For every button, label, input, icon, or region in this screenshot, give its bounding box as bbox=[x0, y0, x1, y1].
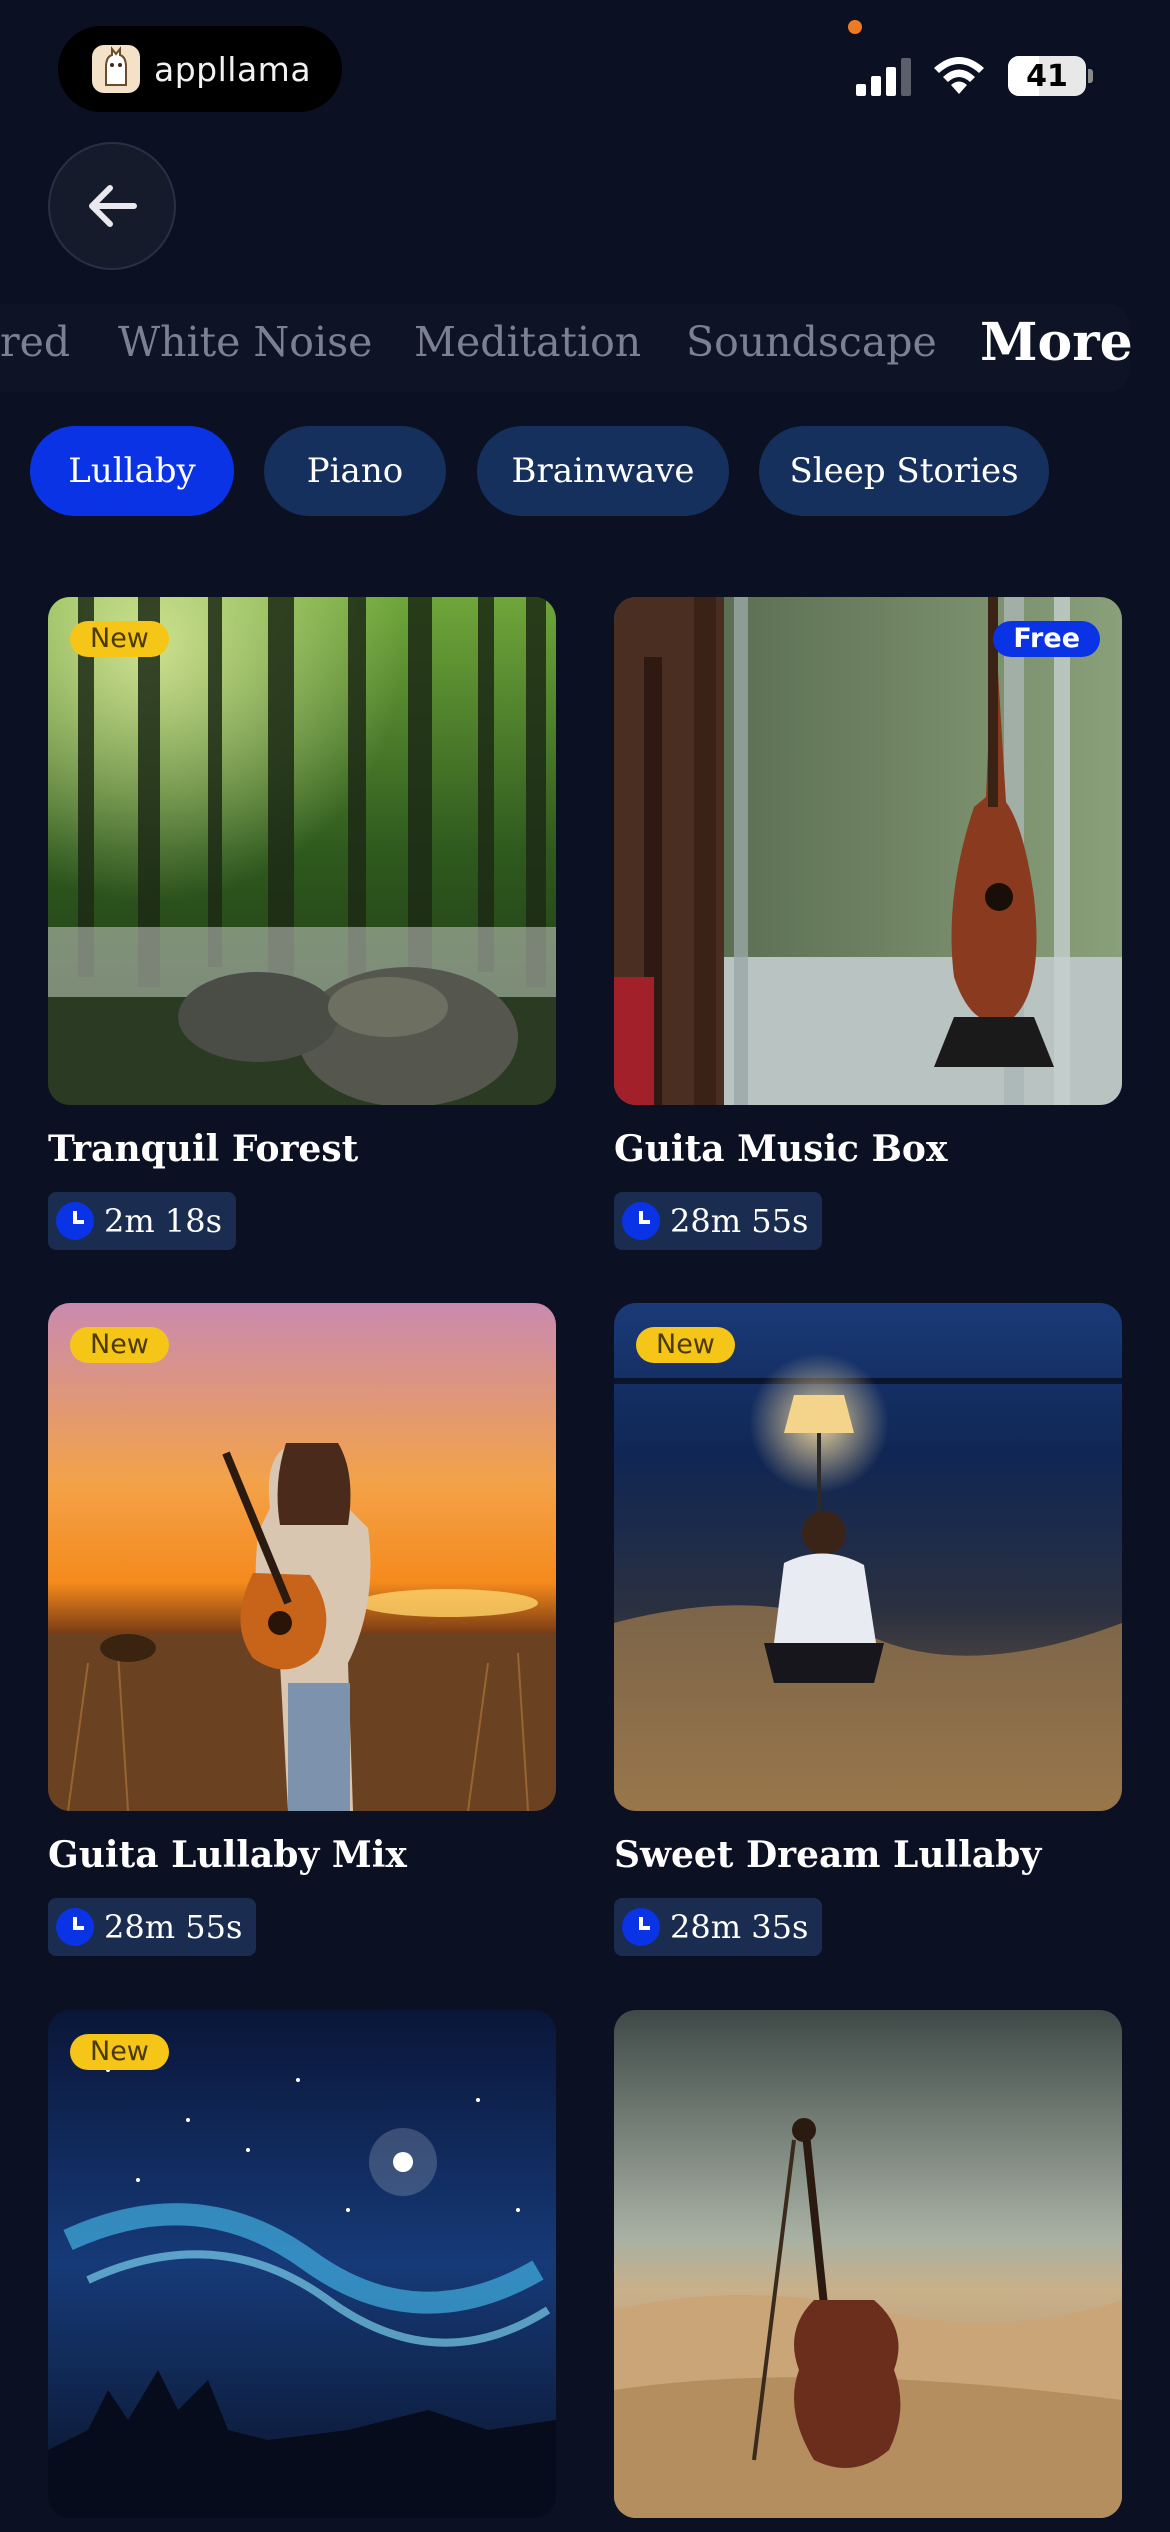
duration-text: 28m 55s bbox=[104, 1908, 243, 1946]
clock-icon bbox=[622, 1202, 660, 1240]
battery-indicator: 41 bbox=[1008, 56, 1086, 96]
duration-badge: 2m 18s bbox=[48, 1192, 237, 1250]
battery-level: 41 bbox=[1026, 58, 1068, 94]
duration-badge: 28m 55s bbox=[614, 1192, 823, 1250]
card-image-violin-desert[interactable] bbox=[614, 2010, 1122, 2518]
duration-text: 28m 35s bbox=[670, 1908, 809, 1946]
card-image-guita-music-box[interactable]: Free bbox=[614, 597, 1122, 1105]
recording-indicator bbox=[848, 20, 862, 34]
free-badge: Free bbox=[993, 621, 1100, 657]
cellular-signal-icon bbox=[856, 58, 911, 96]
card-image-starry-night[interactable]: New bbox=[48, 2010, 556, 2518]
llama-logo-icon bbox=[92, 45, 140, 93]
chip-piano[interactable]: Piano bbox=[264, 426, 446, 516]
card-title[interactable]: Guita Music Box bbox=[614, 1128, 947, 1170]
clock-icon bbox=[56, 1908, 94, 1946]
arrow-left-icon bbox=[89, 185, 137, 227]
battery-cap bbox=[1088, 69, 1093, 83]
card-title[interactable]: Sweet Dream Lullaby bbox=[614, 1834, 1041, 1876]
new-badge: New bbox=[70, 1327, 169, 1363]
duration-text: 2m 18s bbox=[104, 1202, 223, 1240]
wifi-icon bbox=[934, 57, 984, 94]
clock-icon bbox=[56, 1202, 94, 1240]
new-badge: New bbox=[636, 1327, 735, 1363]
card-image-sweet-dream-lullaby[interactable]: New bbox=[614, 1303, 1122, 1811]
card-image-tranquil-forest[interactable]: New bbox=[48, 597, 556, 1105]
app-name: appllama bbox=[154, 49, 312, 89]
tab-more[interactable]: More bbox=[980, 312, 1133, 373]
chip-lullaby[interactable]: Lullaby bbox=[30, 426, 234, 516]
app-badge: appllama bbox=[58, 26, 342, 112]
card-image-guita-lullaby-mix[interactable]: New bbox=[48, 1303, 556, 1811]
card-title[interactable]: Tranquil Forest bbox=[48, 1128, 358, 1170]
duration-text: 28m 55s bbox=[670, 1202, 809, 1240]
tab-white-noise[interactable]: White Noise bbox=[118, 318, 372, 366]
new-badge: New bbox=[70, 2034, 169, 2070]
duration-badge: 28m 55s bbox=[48, 1898, 257, 1956]
card-title[interactable]: Guita Lullaby Mix bbox=[48, 1834, 407, 1876]
tab-soundscape[interactable]: Soundscape bbox=[686, 318, 937, 366]
duration-badge: 28m 35s bbox=[614, 1898, 823, 1956]
chip-sleep-stories[interactable]: Sleep Stories bbox=[759, 426, 1049, 516]
new-badge: New bbox=[70, 621, 169, 657]
tab-category-partial[interactable]: red bbox=[0, 318, 70, 366]
back-button[interactable] bbox=[48, 142, 176, 270]
chip-brainwave[interactable]: Brainwave bbox=[477, 426, 729, 516]
tab-meditation[interactable]: Meditation bbox=[414, 318, 641, 366]
clock-icon bbox=[622, 1908, 660, 1946]
